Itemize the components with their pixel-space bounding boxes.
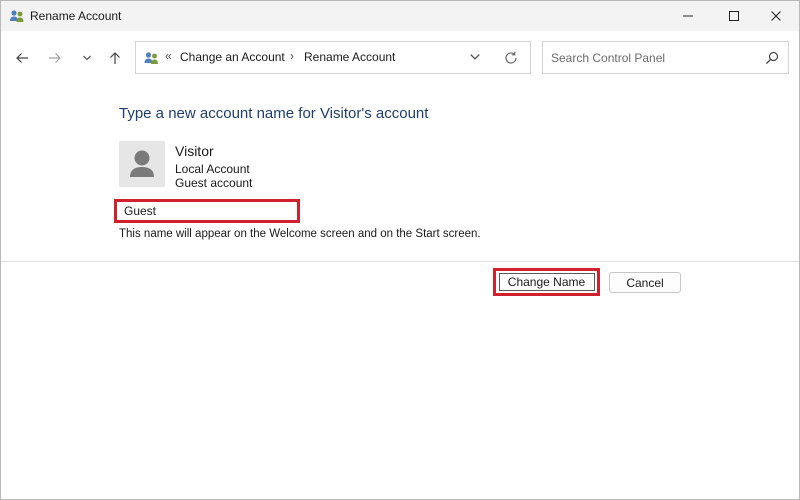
maximize-button[interactable] <box>711 1 757 31</box>
window-title: Rename Account <box>30 9 122 23</box>
rename-account-window: Rename Account « Change an Account › Ren… <box>0 0 800 500</box>
forward-button[interactable] <box>45 48 65 68</box>
arrow-right-icon <box>49 53 61 63</box>
address-bar[interactable]: « Change an Account › Rename Account <box>135 41 531 74</box>
new-account-name-input[interactable] <box>114 199 300 223</box>
refresh-button[interactable] <box>503 50 519 66</box>
page-heading: Type a new account name for Visitor's ac… <box>119 105 429 122</box>
maximize-icon <box>729 11 739 21</box>
account-group: Guest account <box>175 176 253 190</box>
up-button[interactable] <box>105 48 125 68</box>
change-name-button[interactable]: Change Name <box>493 268 600 296</box>
change-name-label: Change Name <box>498 273 595 291</box>
users-icon <box>9 8 25 24</box>
cancel-button[interactable]: Cancel <box>609 272 681 293</box>
breadcrumb-separator[interactable]: › <box>290 49 294 63</box>
address-overflow-chevron[interactable]: « <box>165 49 172 63</box>
chevron-down-icon <box>83 55 91 61</box>
breadcrumb-change-an-account[interactable]: Change an Account <box>180 50 285 64</box>
main-content: Type a new account name for Visitor's ac… <box>1 85 799 499</box>
user-icon <box>130 150 154 177</box>
back-button[interactable] <box>12 48 32 68</box>
navigation-bar: « Change an Account › Rename Account Sea… <box>1 31 799 85</box>
account-type: Local Account <box>175 162 250 176</box>
search-icon[interactable] <box>765 51 779 65</box>
minimize-icon <box>683 15 693 17</box>
users-icon <box>143 50 160 66</box>
breadcrumb-rename-account[interactable]: Rename Account <box>304 50 395 64</box>
search-input[interactable]: Search Control Panel <box>551 51 665 65</box>
name-hint-text: This name will appear on the Welcome scr… <box>119 228 481 240</box>
close-button[interactable] <box>753 1 799 31</box>
refresh-icon <box>505 51 517 64</box>
divider <box>1 261 799 262</box>
title-bar: Rename Account <box>1 1 799 31</box>
address-dropdown-button[interactable] <box>469 51 483 65</box>
avatar <box>119 141 165 187</box>
arrow-up-icon <box>110 52 120 64</box>
close-icon <box>771 11 781 21</box>
recent-locations-button[interactable] <box>77 48 97 68</box>
search-box[interactable]: Search Control Panel <box>542 41 789 74</box>
account-name: Visitor <box>175 143 214 159</box>
arrow-left-icon <box>16 53 28 63</box>
minimize-button[interactable] <box>665 1 711 31</box>
chevron-down-icon <box>470 54 480 60</box>
